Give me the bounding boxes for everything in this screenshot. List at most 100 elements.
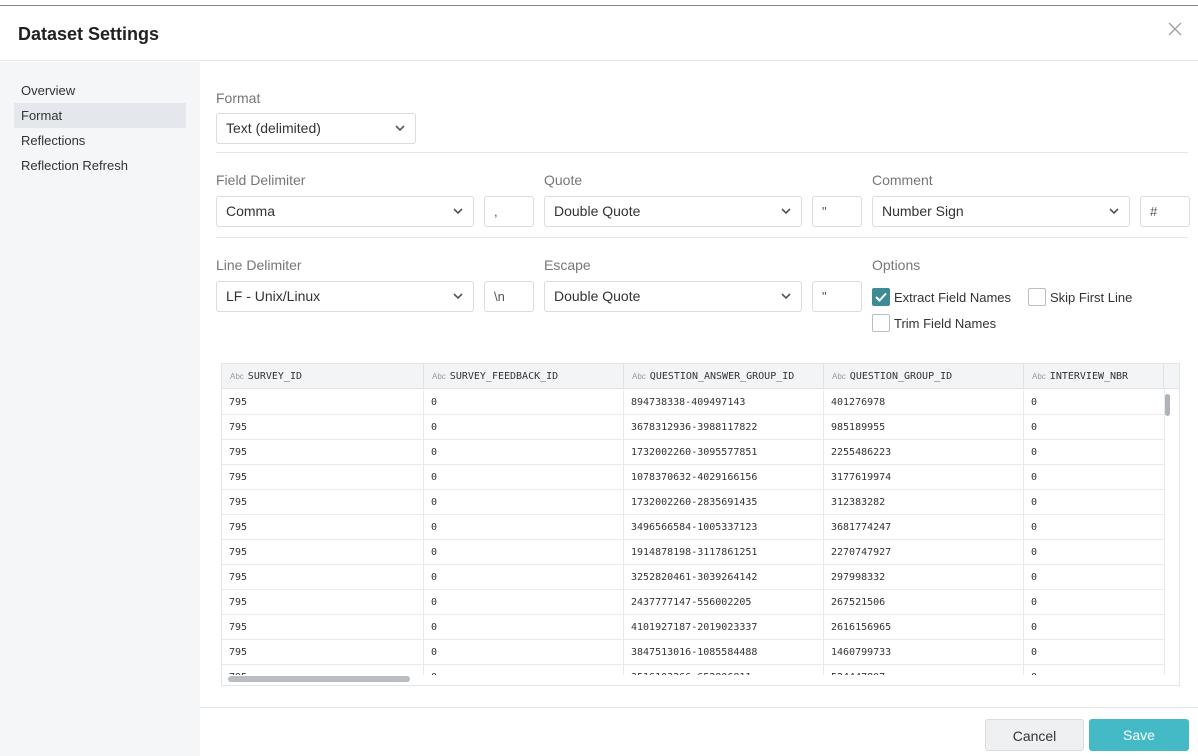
line-delimiter-value: LF - Unix/Linux (226, 288, 321, 304)
field-delimiter-label: Field Delimiter (216, 172, 306, 188)
dialog-footer: Cancel Save (200, 707, 1198, 756)
column-header[interactable]: Abc INTERVIEW_NBR (1024, 364, 1164, 389)
dialog-header: Dataset Settings (0, 6, 1198, 61)
preview-grid: Abc SURVEY_ID Abc SURVEY_FEEDBACK_ID Abc QU… (221, 363, 1180, 686)
table-cell: 0 (424, 565, 624, 590)
line-delimiter-select[interactable]: LF - Unix/Linux (216, 281, 474, 312)
table-row: 79503516103266-6528068115244478070 (222, 665, 1165, 675)
column-header-label: QUESTION_GROUP_ID (849, 371, 953, 382)
table-cell: 0 (424, 515, 624, 540)
save-button[interactable]: Save (1089, 719, 1189, 751)
table-cell: 2437777147-556002205 (624, 590, 824, 615)
table-cell: 267521506 (824, 590, 1024, 615)
skip-first-line-checkbox[interactable] (1028, 288, 1046, 306)
table-cell: 795 (222, 665, 424, 675)
quote-select[interactable]: Double Quote (544, 196, 802, 227)
table-cell: 795 (222, 415, 424, 440)
type-badge-abc: Abc (1032, 372, 1046, 381)
table-cell: 0 (424, 415, 624, 440)
table-cell: 0 (424, 490, 624, 515)
column-header[interactable]: Abc QUESTION_ANSWER_GROUP_ID (624, 364, 824, 389)
table-cell: 0 (1024, 590, 1165, 615)
sidebar-item-overview[interactable]: Overview (14, 78, 186, 103)
column-header-label: QUESTION_ANSWER_GROUP_ID (649, 371, 795, 382)
table-cell: 0 (1024, 640, 1165, 665)
table-cell: 0 (1024, 440, 1165, 465)
type-badge-abc: Abc (632, 372, 646, 381)
table-row: 795 0 4101927187-2019023337 2616156965 0 (222, 615, 1165, 640)
column-header-label: SURVEY_FEEDBACK_ID (449, 371, 559, 382)
quote-value: Double Quote (554, 203, 641, 219)
close-icon[interactable] (1166, 20, 1184, 38)
cancel-button[interactable]: Cancel (985, 719, 1084, 751)
table-cell: 0 (424, 465, 624, 490)
grid-body: 795 0 894738338-409497143 401276978 0 795 0 367… (222, 390, 1165, 675)
skip-first-line-label[interactable]: Skip First Line (1050, 290, 1132, 305)
table-cell: 3681774247 (824, 515, 1024, 540)
extract-field-names-label[interactable]: Extract Field Names (894, 290, 1011, 305)
type-badge-abc: Abc (832, 372, 846, 381)
quote-char-input[interactable]: " (812, 196, 862, 227)
escape-char-input[interactable]: " (812, 281, 862, 312)
table-cell: 795 (222, 565, 424, 590)
table-cell: 2255486223 (824, 440, 1024, 465)
table-cell: 795 (222, 490, 424, 515)
column-header[interactable]: Abc SURVEY_FEEDBACK_ID (424, 364, 624, 389)
chevron-down-icon (1109, 208, 1119, 215)
table-cell: 795 (222, 590, 424, 615)
table-cell: 1914878198-3117861251 (624, 540, 824, 565)
table-cell: 985189955 (824, 415, 1024, 440)
column-header[interactable]: Abc QUESTION_GROUP_ID (824, 364, 1024, 389)
table-row: 795 0 3252820461-3039264142 297998332 0 (222, 565, 1165, 590)
column-header[interactable]: Abc SURVEY_ID (222, 364, 424, 389)
grid-header: Abc SURVEY_ID Abc SURVEY_FEEDBACK_ID Abc QU… (222, 364, 1179, 389)
table-cell: 0 (424, 590, 624, 615)
table-cell: 0 (1024, 415, 1165, 440)
table-cell: 2616156965 (824, 615, 1024, 640)
trim-field-names-label[interactable]: Trim Field Names (894, 316, 996, 331)
field-delimiter-select[interactable]: Comma (216, 196, 474, 227)
comment-char-input[interactable]: # (1140, 196, 1190, 227)
escape-select[interactable]: Double Quote (544, 281, 802, 312)
chevron-down-icon (781, 293, 791, 300)
table-cell: 0 (424, 390, 624, 415)
table-cell: 795 (222, 515, 424, 540)
table-cell: 1460799733 (824, 640, 1024, 665)
line-delimiter-label: Line Delimiter (216, 257, 302, 273)
table-cell: 0 (424, 440, 624, 465)
table-cell: 401276978 (824, 390, 1024, 415)
line-delimiter-char-input[interactable]: \n (484, 281, 534, 312)
format-select[interactable]: Text (delimited) (216, 113, 416, 144)
table-cell: 1732002260-3095577851 (624, 440, 824, 465)
table-cell: 312383282 (824, 490, 1024, 515)
table-cell: 894738338-409497143 (624, 390, 824, 415)
checkmark-icon (875, 292, 887, 302)
horizontal-scrollbar[interactable] (228, 676, 410, 682)
comment-value: Number Sign (882, 203, 964, 219)
trim-field-names-checkbox[interactable] (872, 314, 890, 332)
table-cell: 1732002260-2835691435 (624, 490, 824, 515)
extract-field-names-checkbox[interactable] (872, 288, 890, 306)
table-cell: 0 (1024, 465, 1165, 490)
table-row: 795 0 3496566584-1005337123 3681774247 0 (222, 515, 1165, 540)
vertical-scrollbar[interactable] (1165, 394, 1170, 416)
quote-label: Quote (544, 172, 583, 188)
escape-label: Escape (544, 257, 591, 273)
table-row: 795 0 1078370632-4029166156 3177619974 0 (222, 465, 1165, 490)
table-cell: 795 (222, 440, 424, 465)
sidebar-item-reflection-refresh[interactable]: Reflection Refresh (14, 153, 186, 178)
table-row: 795 0 3678312936-3988117822 985189955 0 (222, 415, 1165, 440)
comment-select[interactable]: Number Sign (872, 196, 1130, 227)
sidebar-item-reflections[interactable]: Reflections (14, 128, 186, 153)
table-cell: 3516103266-652806811 (624, 665, 824, 675)
table-cell: 795 (222, 540, 424, 565)
table-cell: 0 (424, 640, 624, 665)
table-cell: 0 (1024, 565, 1165, 590)
escape-value: Double Quote (554, 288, 641, 304)
field-delimiter-char-input[interactable]: , (484, 196, 534, 227)
type-badge-abc: Abc (432, 372, 446, 381)
table-row: 795 0 894738338-409497143 401276978 0 (222, 390, 1165, 415)
table-cell: 4101927187-2019023337 (624, 615, 824, 640)
table-cell: 3678312936-3988117822 (624, 415, 824, 440)
sidebar-item-format[interactable]: Format (14, 103, 186, 128)
